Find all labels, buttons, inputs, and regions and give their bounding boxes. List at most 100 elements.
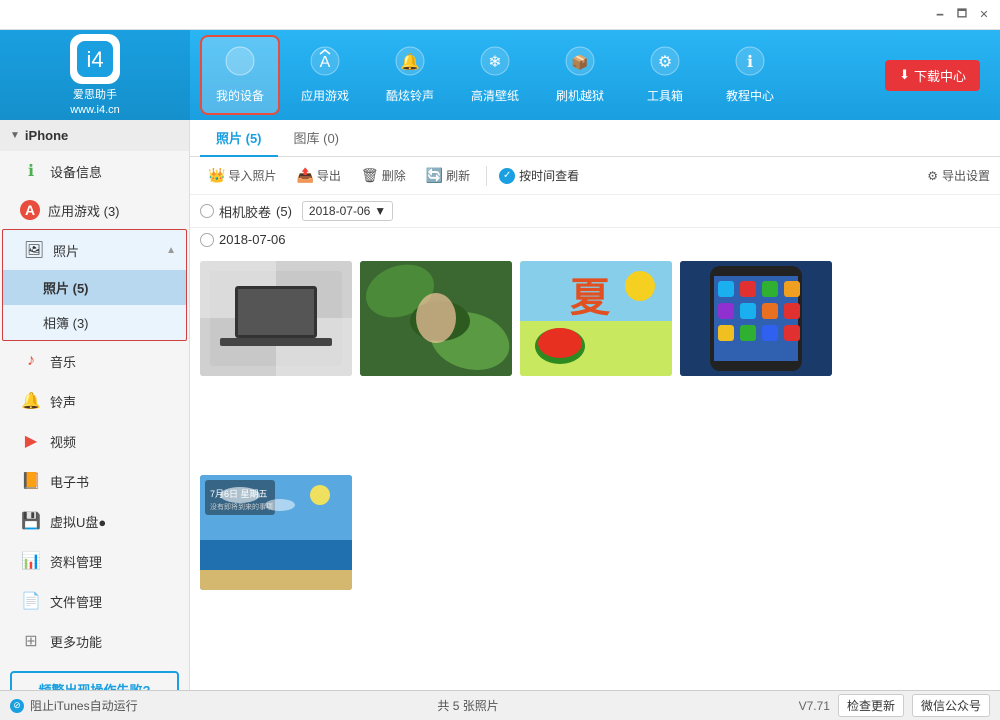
ringtones-icon: 🔔	[20, 390, 42, 412]
top-nav: i4 爱思助手 www.i4.cn 我的设备 A	[0, 30, 1000, 120]
sidebar-item-apps[interactable]: A 应用游戏 (3)	[0, 191, 189, 229]
tabs: 照片 (5) 图库 (0)	[190, 120, 1000, 157]
tab-photos[interactable]: 照片 (5)	[200, 120, 278, 157]
sidebar-item-udisk[interactable]: 💾 虚拟U盘●	[0, 501, 189, 541]
tab-gallery[interactable]: 图库 (0)	[278, 120, 356, 157]
export-button[interactable]: 📤 导出	[288, 163, 348, 188]
date-select[interactable]: 2018-07-06 ▼	[302, 201, 393, 221]
photo-2[interactable]	[360, 261, 512, 376]
delete-label: 删除	[382, 167, 406, 184]
sidebar-item-data-mgr[interactable]: 📊 资料管理	[0, 541, 189, 581]
radio-circle	[200, 204, 214, 218]
apps-icon: A	[310, 46, 340, 83]
photo-count: 共 5 张照片	[148, 697, 789, 714]
sidebar-data-mgr-label: 资料管理	[50, 552, 102, 571]
download-icon: ⬇	[899, 67, 910, 83]
svg-text:A: A	[320, 54, 331, 71]
sidebar-ebooks-label: 电子书	[50, 472, 89, 491]
block-icon: ⊘	[10, 699, 24, 713]
svg-text:i4: i4	[86, 47, 103, 72]
photo-3[interactable]: 夏	[520, 261, 672, 376]
maximize-button[interactable]: 🗖	[954, 7, 970, 23]
sidebar-albums-label: 相簿 (3)	[43, 313, 89, 332]
svg-text:🔔: 🔔	[400, 53, 420, 71]
ebook-icon: 📙	[20, 470, 42, 492]
time-view-toggle[interactable]: ✓ 按时间查看	[499, 167, 579, 184]
check-icon: ✓	[499, 168, 515, 184]
import-icon: 👑	[208, 167, 225, 184]
nav-tutorials[interactable]: ℹ 教程中心	[710, 35, 790, 115]
export-settings-button[interactable]: ⚙ 导出设置	[927, 167, 990, 184]
sidebar-more-label: 更多功能	[50, 632, 102, 651]
nav-wallpapers-label: 高清壁纸	[471, 87, 519, 104]
sidebar-item-device-info[interactable]: ℹ 设备信息	[0, 151, 189, 191]
version-text: V7.71	[799, 699, 830, 713]
video-icon: ▶	[20, 430, 42, 452]
apple-icon	[225, 46, 255, 83]
photo-4[interactable]	[680, 261, 832, 376]
chevron-up-icon: ▲	[166, 245, 176, 256]
sidebar-item-music[interactable]: ♪ 音乐	[0, 341, 189, 381]
download-center-label: 下载中心	[914, 66, 966, 85]
svg-text:⚙: ⚙	[658, 54, 672, 71]
itunes-toggle[interactable]: ⊘ 阻止iTunes自动运行	[10, 697, 138, 714]
nav-wallpapers[interactable]: ❄ 高清壁纸	[455, 35, 535, 115]
wechat-button[interactable]: 微信公众号	[912, 694, 990, 717]
photo-1-inner	[200, 261, 352, 376]
date-group: 2018-07-06	[190, 228, 1000, 251]
sidebar-item-videos[interactable]: ▶ 视频	[0, 421, 189, 461]
nav-my-device[interactable]: 我的设备	[200, 35, 280, 115]
music-icon: ♪	[20, 350, 42, 372]
download-center-button[interactable]: ⬇ 下载中心	[885, 60, 980, 91]
refresh-button[interactable]: 🔄 刷新	[418, 163, 478, 188]
nav-tools[interactable]: ⚙ 工具箱	[625, 35, 705, 115]
svg-text:ℹ: ℹ	[747, 54, 753, 71]
nav-jailbreak[interactable]: 📦 刷机越狱	[540, 35, 620, 115]
logo-svg: i4	[77, 41, 113, 77]
photos-grid: 夏	[190, 251, 1000, 690]
date-radio-circle	[200, 233, 214, 247]
camera-count: (5)	[276, 204, 292, 219]
svg-text:没有即将到来的事项: 没有即将到来的事项	[210, 502, 273, 511]
sidebar-sub-photos[interactable]: 照片 (5)	[3, 270, 186, 305]
status-bar: ⊘ 阻止iTunes自动运行 共 5 张照片 V7.71 检查更新 微信公众号	[0, 690, 1000, 720]
svg-text:❄: ❄	[488, 54, 501, 71]
window-controls: 🗕 🗖 ✕	[932, 7, 992, 23]
device-info-icon: ℹ	[20, 160, 42, 182]
itunes-label: 阻止iTunes自动运行	[30, 697, 138, 714]
check-update-button[interactable]: 检查更新	[838, 694, 904, 717]
delete-button[interactable]: 🗑 删除	[353, 163, 414, 188]
sidebar-sub-albums[interactable]: 相簿 (3)	[3, 305, 186, 340]
close-button[interactable]: ✕	[976, 7, 992, 23]
date-group-radio[interactable]: 2018-07-06	[200, 232, 990, 247]
sidebar-apps-label: 应用游戏 (3)	[48, 201, 120, 220]
date-group-label: 2018-07-06	[219, 232, 286, 247]
sidebar-item-ebooks[interactable]: 📙 电子书	[0, 461, 189, 501]
trouble-button[interactable]: 频繁出现操作失败?	[10, 671, 179, 690]
minimize-button[interactable]: 🗕	[932, 7, 948, 23]
sidebar-item-photos[interactable]: 🖼 照片 ▲	[3, 230, 186, 270]
svg-text:📦: 📦	[571, 54, 588, 71]
sidebar-item-ringtones[interactable]: 🔔 铃声	[0, 381, 189, 421]
logo-subtext: www.i4.cn	[70, 104, 120, 116]
sidebar-item-more[interactable]: ⊞ 更多功能	[0, 621, 189, 661]
status-right: V7.71 检查更新 微信公众号	[799, 694, 990, 717]
sidebar-music-label: 音乐	[50, 352, 76, 371]
sidebar-udisk-label: 虚拟U盘●	[50, 512, 106, 531]
settings-icon: ⚙	[927, 169, 938, 183]
sidebar-item-file-mgr[interactable]: 📄 文件管理	[0, 581, 189, 621]
import-button[interactable]: 👑 导入照片	[200, 163, 284, 188]
data-mgr-icon: 📊	[20, 550, 42, 572]
photo-5[interactable]: 7月6日 星期五 没有即将到来的事项	[200, 475, 352, 590]
camera-roll-radio[interactable]: 相机胶卷 (5)	[200, 202, 292, 221]
photo-1[interactable]	[200, 261, 352, 376]
photo-3-inner: 夏	[520, 261, 672, 376]
sidebar-photos-sub-label: 照片 (5)	[43, 278, 89, 297]
photo-2-inner	[360, 261, 512, 376]
sidebar-iphone[interactable]: ▼ iPhone	[0, 120, 189, 151]
arrow-down-icon: ▼	[10, 130, 20, 141]
nav-ringtones[interactable]: 🔔 酷炫铃声	[370, 35, 450, 115]
nav-my-device-label: 我的设备	[216, 87, 264, 104]
nav-apps[interactable]: A 应用游戏	[285, 35, 365, 115]
file-mgr-icon: 📄	[20, 590, 42, 612]
